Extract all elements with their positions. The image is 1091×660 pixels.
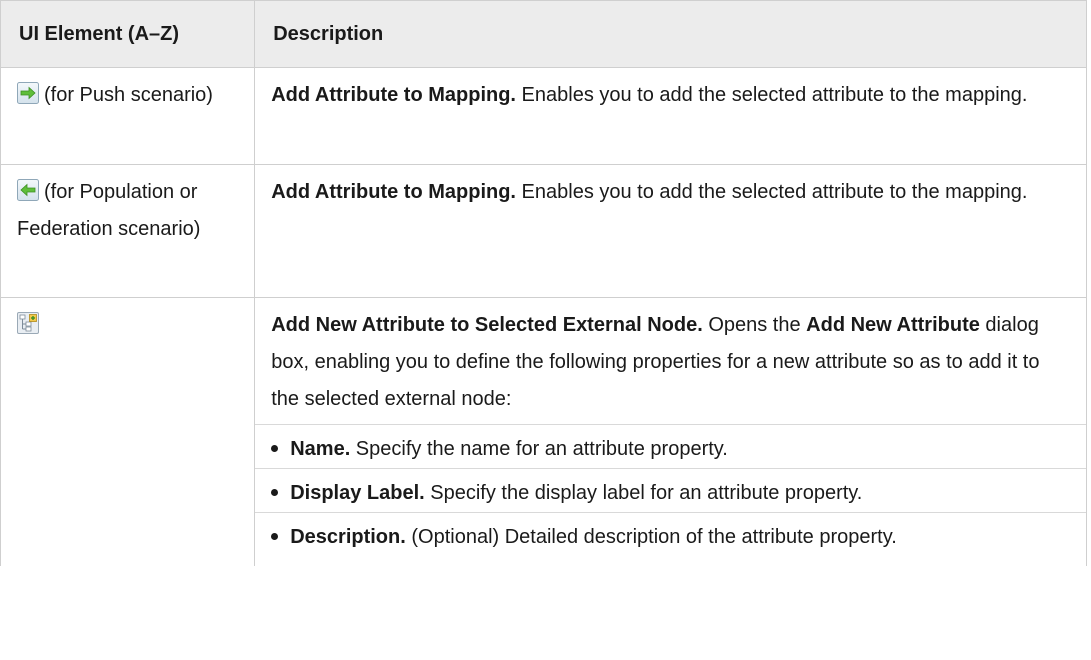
property-description: Specify the display label for an attribu… — [424, 482, 863, 504]
property-name: Name. — [290, 438, 351, 460]
green-arrow-left-icon — [17, 179, 39, 201]
list-item: Display Label. Specify the display label… — [255, 468, 1086, 512]
dialog-name: Add New Attribute — [806, 314, 980, 336]
table-row: (for Push scenario) Add Attribute to Map… — [0, 67, 1087, 165]
ui-elements-table: UI Element (A–Z) Description (for Push s… — [0, 0, 1087, 566]
property-list: Name. Specify the name for an attribute … — [255, 424, 1086, 556]
description-title: Add Attribute to Mapping. — [271, 181, 516, 203]
bullet-icon — [271, 489, 279, 496]
list-item: Name. Specify the name for an attribute … — [255, 424, 1086, 468]
ui-element-cell — [0, 297, 256, 566]
ui-element-text: (for Population or Federation scenario) — [17, 181, 201, 240]
bullet-icon — [271, 445, 279, 452]
header-description: Description — [254, 0, 1087, 68]
list-item: Description. (Optional) Detailed descrip… — [255, 512, 1086, 556]
table-row: (for Population or Federation scenario) … — [0, 164, 1087, 298]
bullet-icon — [271, 533, 279, 540]
description-title: Add Attribute to Mapping. — [271, 84, 516, 106]
property-name: Display Label. — [290, 482, 425, 504]
property-name: Description. — [290, 526, 406, 548]
add-new-attribute-icon — [17, 312, 39, 334]
header-ui-element: UI Element (A–Z) — [0, 0, 256, 68]
ui-element-text: (for Push scenario) — [44, 84, 213, 106]
description-cell: Add New Attribute to Selected External N… — [254, 297, 1087, 566]
description-cell: Add Attribute to Mapping. Enables you to… — [254, 67, 1087, 165]
description-text: Enables you to add the selected attribut… — [515, 84, 1028, 106]
table-header-row: UI Element (A–Z) Description — [0, 0, 1087, 68]
description-title: Add New Attribute to Selected External N… — [271, 314, 703, 336]
ui-element-cell: (for Population or Federation scenario) — [0, 164, 256, 298]
description-cell: Add Attribute to Mapping. Enables you to… — [254, 164, 1087, 298]
table-row: Add New Attribute to Selected External N… — [0, 297, 1087, 566]
property-description: Specify the name for an attribute proper… — [350, 438, 728, 460]
ui-element-cell: (for Push scenario) — [0, 67, 256, 165]
green-arrow-right-icon — [17, 82, 39, 104]
property-description: (Optional) Detailed description of the a… — [405, 526, 897, 548]
description-text: Opens the — [702, 314, 807, 336]
description-text: Enables you to add the selected attribut… — [515, 181, 1028, 203]
